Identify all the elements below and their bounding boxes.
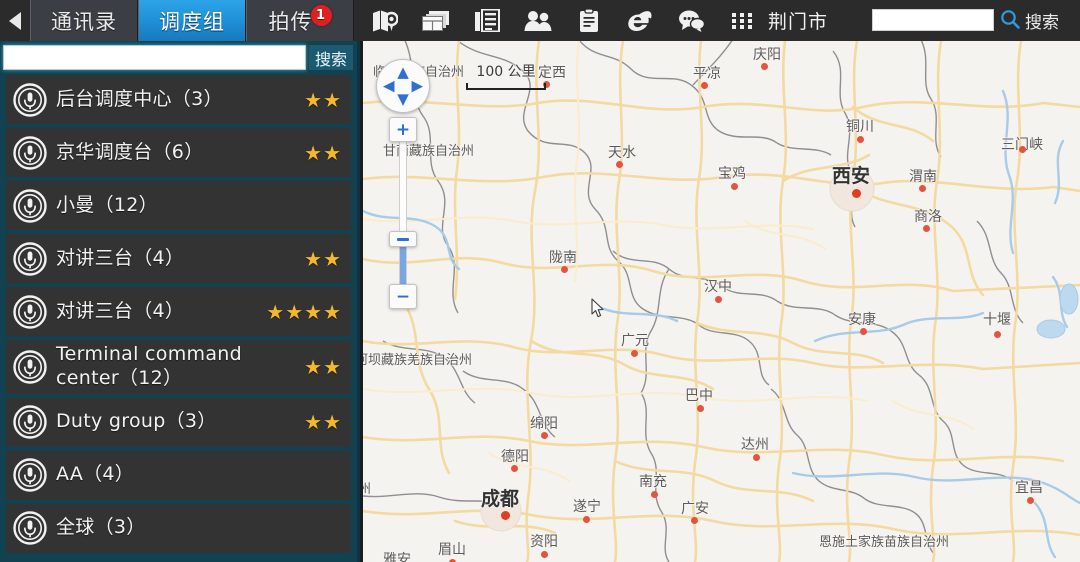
star-icon: ★ [323, 246, 341, 271]
star-icon: ★ [304, 410, 323, 434]
priority-stars: ★ ★ [304, 357, 341, 377]
dispatch-group-row[interactable]: 对讲三台（4） ★ ★ [6, 234, 351, 283]
sidebar-search-input[interactable] [4, 46, 305, 69]
dispatch-group-name: 京华调度台（6） [56, 140, 204, 163]
left-triangle-icon [9, 11, 21, 30]
zoom-out-label: − [395, 286, 411, 307]
dispatch-group-row[interactable]: 后台调度中心（3） ★ ★ [6, 75, 351, 124]
dispatch-group-row[interactable]: 小曼（12） [6, 181, 351, 230]
zoom-in-label: + [395, 119, 411, 140]
pan-left-arrow[interactable]: ◀ [383, 78, 395, 94]
star-icon: ★ [323, 410, 341, 434]
zoom-slider-handle[interactable] [389, 231, 417, 247]
star-icon: ★ [323, 87, 341, 112]
star-icon: ★ [304, 246, 323, 271]
sidebar-search-bar: 搜索 [0, 41, 357, 75]
slider-grip-icon [397, 237, 409, 241]
microphone-icon[interactable] [13, 82, 47, 117]
map-pin-icon[interactable] [370, 6, 400, 36]
status-badge: 1 [310, 5, 332, 26]
sidebar-search-button[interactable]: 搜索 [308, 45, 353, 70]
dispatch-group-name: 小曼（12） [56, 193, 158, 216]
map-scale-label: 100 公里 [476, 64, 536, 80]
dispatch-group-name: 对讲三台（4） [56, 246, 185, 269]
dispatch-group-row[interactable]: AA（4） [6, 450, 351, 500]
dispatch-group-name: 对讲三台（4） [56, 299, 185, 322]
sidebar-search-label: 搜索 [314, 49, 347, 69]
dispatch-group-name: 后台调度中心（3） [56, 87, 223, 110]
microphone-icon[interactable] [13, 188, 47, 223]
priority-stars: ★ ★ [304, 412, 341, 432]
microphone-icon[interactable] [13, 350, 47, 384]
microphone-icon[interactable] [13, 135, 47, 170]
map-scale-line [466, 83, 546, 90]
dispatch-group-name: Terminal command center（12） [56, 343, 242, 389]
star-icon: ★ [323, 299, 341, 324]
tab-dispatch-group-label: 调度组 [159, 9, 225, 34]
microphone-icon[interactable] [13, 458, 47, 492]
tab-capture-upload[interactable]: 拍传 1 [246, 0, 354, 41]
star-icon: ★ [285, 299, 304, 324]
current-city-label: 荆门市 [768, 0, 828, 41]
zoom-out-button[interactable]: − [389, 284, 417, 309]
priority-stars: ★ ★ [304, 90, 341, 110]
star-icon: ★ [323, 354, 341, 379]
pan-down-arrow[interactable]: ▼ [397, 92, 409, 107]
dispatch-group-row[interactable]: Terminal command center（12） ★ ★ [6, 340, 351, 394]
header-search-input[interactable] [873, 11, 993, 32]
microphone-icon[interactable] [13, 294, 47, 329]
header-search-button[interactable]: 搜索 [1000, 0, 1059, 41]
dispatch-group-row[interactable]: 京华调度台（6） ★ ★ [6, 128, 351, 177]
tab-strip: 通讯录 调度组 拍传 1 [0, 0, 360, 41]
chat-bubbles-icon[interactable] [676, 6, 706, 36]
pan-right-arrow[interactable]: ▶ [411, 78, 423, 94]
star-icon: ★ [323, 140, 341, 165]
dispatch-group-row[interactable]: 全球（3） [6, 503, 351, 553]
map-canvas[interactable]: 临夏回族自治州定西平凉庆阳甘南藏族自治州天水铜川三门峡宝鸡西安渭南商洛陇南汉中安… [363, 41, 1080, 562]
building-chart-icon[interactable] [472, 6, 502, 36]
dispatch-group-list[interactable]: 后台调度中心（3） ★ ★ 京华调度台（6） ★ ★ 小曼（12） 对讲三台（4） ★ ★ 对讲三台… [0, 75, 357, 562]
sidebar-search-field[interactable] [3, 45, 306, 70]
map-scale-bar: 100 公里 [466, 61, 546, 90]
dispatch-group-name: AA（4） [56, 463, 135, 486]
tab-capture-upload-label: 拍传 [268, 9, 313, 34]
star-icon: ★ [304, 87, 323, 112]
tab-contacts[interactable]: 通讯录 [30, 0, 138, 41]
toolbar [362, 0, 757, 41]
header-search-label: 搜索 [1025, 13, 1059, 33]
ie-browser-icon[interactable] [625, 6, 655, 36]
tab-dispatch-group[interactable]: 调度组 [138, 0, 246, 41]
sidebar-collapse-button[interactable] [0, 0, 30, 41]
sidebar: 搜索 后台调度中心（3） ★ ★ 京华调度台（6） ★ ★ 小曼（12） 对讲三台（4） ★ ★ 对… [0, 41, 360, 562]
dispatch-group-row[interactable]: Duty group（3） ★ ★ [6, 397, 351, 447]
windows-tile-icon[interactable] [421, 6, 451, 36]
microphone-icon[interactable] [13, 241, 47, 276]
priority-stars: ★ ★ [304, 249, 341, 269]
pan-compass-icon[interactable]: ▲ ▼ ◀ ▶ [376, 59, 430, 113]
tab-contacts-label: 通讯录 [51, 9, 117, 34]
star-icon: ★ [304, 354, 323, 379]
star-icon: ★ [266, 299, 285, 324]
city-name: 荆门市 [768, 11, 829, 33]
pan-up-arrow[interactable]: ▲ [397, 65, 409, 80]
star-icon: ★ [304, 140, 323, 165]
priority-stars: ★ ★ ★ ★ [266, 302, 341, 322]
header-search-field[interactable] [872, 9, 994, 32]
apps-grid-icon[interactable] [727, 6, 757, 36]
top-bar: 通讯录 调度组 拍传 1 荆门市 搜索 [0, 0, 1080, 41]
priority-stars: ★ ★ [304, 143, 341, 163]
application-window: 通讯录 调度组 拍传 1 荆门市 搜索 搜索 后台调度中心（3） ★ ★ 京华调… [0, 0, 1080, 562]
dispatch-group-row[interactable]: 对讲三台（4） ★ ★ ★ ★ [6, 287, 351, 336]
zoom-in-button[interactable]: + [389, 117, 417, 142]
dispatch-group-name: Duty group（3） [56, 410, 217, 433]
magnifier-icon [1000, 9, 1020, 33]
map-basemap [363, 41, 1080, 562]
clipboard-icon[interactable] [574, 6, 604, 36]
star-icon: ★ [304, 299, 323, 324]
microphone-icon[interactable] [13, 511, 47, 545]
users-icon[interactable] [523, 6, 553, 36]
microphone-icon[interactable] [13, 405, 47, 439]
dispatch-group-name: 全球（3） [56, 516, 146, 539]
